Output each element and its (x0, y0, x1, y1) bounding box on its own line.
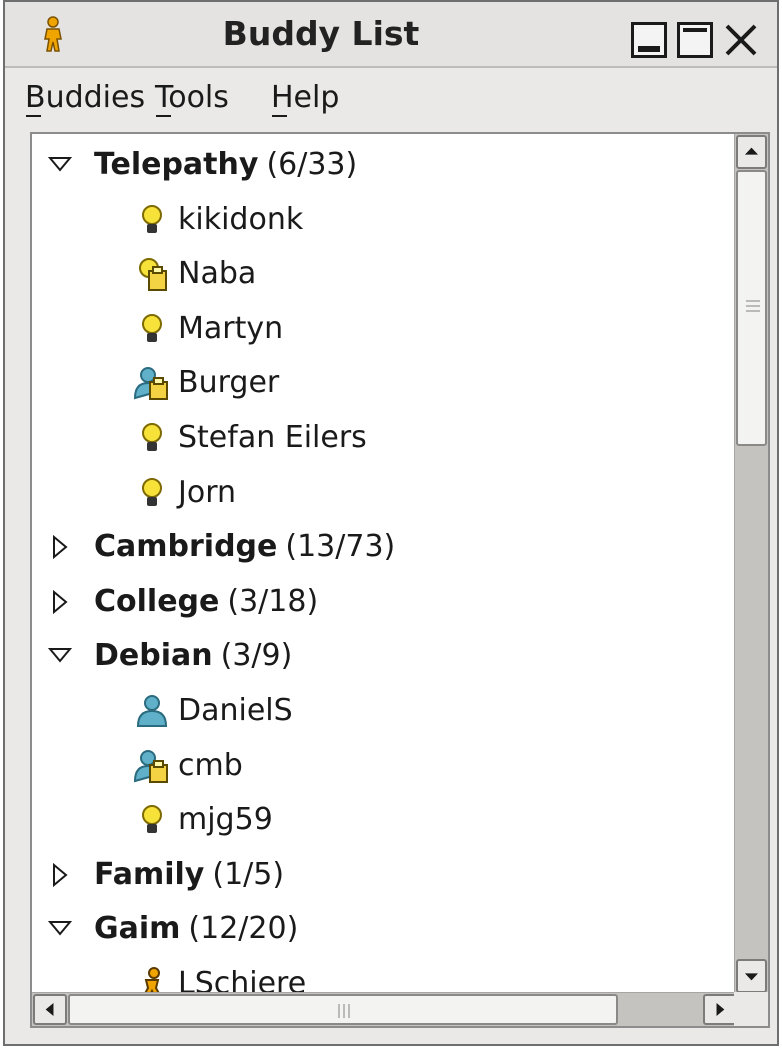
away-person-icon (133, 367, 168, 401)
lightbulb-icon (142, 805, 162, 834)
buddy-name: Martyn (178, 310, 284, 346)
group-label: Cambridge (13/73) (94, 520, 395, 574)
expander-expanded-icon[interactable] (48, 153, 72, 177)
group-row[interactable]: College (3/18) (32, 575, 732, 629)
group-name: Debian (94, 638, 213, 674)
buddy-name: Naba (178, 256, 257, 292)
buddy-row[interactable]: Martyn (32, 302, 732, 356)
horizontal-scroll-thumb[interactable] (68, 994, 618, 1025)
group-row[interactable]: Telepathy (6/33) (32, 138, 732, 192)
lightbulb-icon (142, 313, 162, 342)
group-label: Gaim (12/20) (94, 902, 298, 956)
minimize-button[interactable] (631, 22, 667, 58)
menu-buddies[interactable]: Buddies (25, 80, 145, 117)
buddy-name: Stefan Eilers (178, 420, 367, 455)
group-name: Gaim (94, 911, 181, 947)
group-row[interactable]: Cambridge (13/73) (32, 520, 732, 574)
scroll-right-button[interactable] (703, 994, 737, 1025)
buddy-row[interactable]: cmb (32, 739, 732, 793)
group-label: Family (1/5) (94, 848, 284, 902)
buddy-name: Jorn (178, 474, 237, 510)
lightbulb-icon (142, 204, 162, 233)
expander-expanded-icon[interactable] (48, 917, 72, 941)
group-name: Family (94, 856, 205, 892)
expander-collapsed-icon[interactable] (48, 862, 72, 887)
group-label: Telepathy (6/33) (94, 138, 357, 192)
buddy-list-window: Buddy List Buddies Tools Help Telepathy(… (3, 0, 779, 1046)
group-count: (3/9) (220, 638, 293, 674)
buddy-row[interactable]: Stefan Eilers (32, 411, 732, 465)
grip-icon (338, 1004, 350, 1018)
menu-bar: Buddies Tools Help (5, 68, 777, 130)
buddy-row[interactable]: LSchiere (32, 957, 732, 994)
buddy-name: Burger (178, 365, 280, 401)
buddy-name: mjg59 (178, 802, 273, 838)
buddy-row[interactable]: Jorn (32, 466, 732, 520)
buddy-row[interactable]: mjg59 (32, 793, 732, 847)
menu-help[interactable]: Help (271, 80, 339, 117)
buddy-name: kikidonk (178, 201, 304, 237)
grip-icon (746, 300, 760, 312)
expander-collapsed-icon[interactable] (48, 589, 72, 614)
vertical-scroll-thumb[interactable] (736, 170, 767, 446)
scroll-down-button[interactable] (736, 959, 767, 993)
maximize-button[interactable] (677, 22, 713, 58)
group-count: (6/33) (266, 147, 358, 182)
expander-collapsed-icon[interactable] (48, 535, 72, 560)
group-label: Debian (3/9) (94, 629, 292, 683)
scroll-left-button[interactable] (33, 994, 67, 1025)
lightbulb-icon (142, 477, 162, 506)
away-bulb-icon (139, 258, 167, 292)
group-name: Telepathy (94, 147, 259, 182)
group-count: (3/18) (227, 583, 319, 619)
expander-expanded-icon[interactable] (48, 644, 72, 668)
menu-tools[interactable]: Tools (155, 80, 229, 117)
vertical-scrollbar[interactable] (734, 134, 768, 994)
buddy-row[interactable]: DanielS (32, 684, 732, 738)
group-label: College (3/18) (94, 575, 318, 629)
group-count: (13/73) (285, 529, 396, 565)
title-bar[interactable]: Buddy List (5, 2, 777, 68)
horizontal-scrollbar[interactable] (32, 992, 738, 1026)
group-row[interactable]: Debian (3/9) (32, 629, 732, 683)
buddy-row[interactable]: Burger (32, 356, 732, 410)
group-name: College (94, 583, 220, 619)
buddy-name: DanielS (178, 693, 293, 728)
group-row[interactable]: Family (1/5) (32, 848, 732, 902)
buddy-name: LSchiere (178, 966, 307, 994)
scroll-up-button[interactable] (736, 135, 767, 169)
group-count: (1/5) (212, 856, 285, 892)
buddy-tree[interactable]: Telepathy (6/33) kikidonk Naba Martyn Burger S… (30, 132, 770, 1028)
aim-running-man-icon (143, 967, 161, 994)
lightbulb-icon (142, 423, 162, 451)
scroll-corner (734, 992, 768, 1026)
buddy-name: cmb (178, 747, 243, 783)
close-button[interactable] (723, 22, 759, 58)
buddy-row[interactable]: kikidonk (32, 193, 732, 247)
away-person-icon (133, 749, 168, 783)
group-count: (12/20) (188, 911, 299, 947)
buddy-row[interactable]: Naba (32, 247, 732, 301)
group-row[interactable]: Gaim (12/20) (32, 902, 732, 956)
buddy-tree-rows: Telepathy (6/33) kikidonk Naba Martyn Burger S… (32, 134, 732, 994)
person-icon (136, 695, 168, 727)
group-name: Cambridge (94, 529, 278, 565)
